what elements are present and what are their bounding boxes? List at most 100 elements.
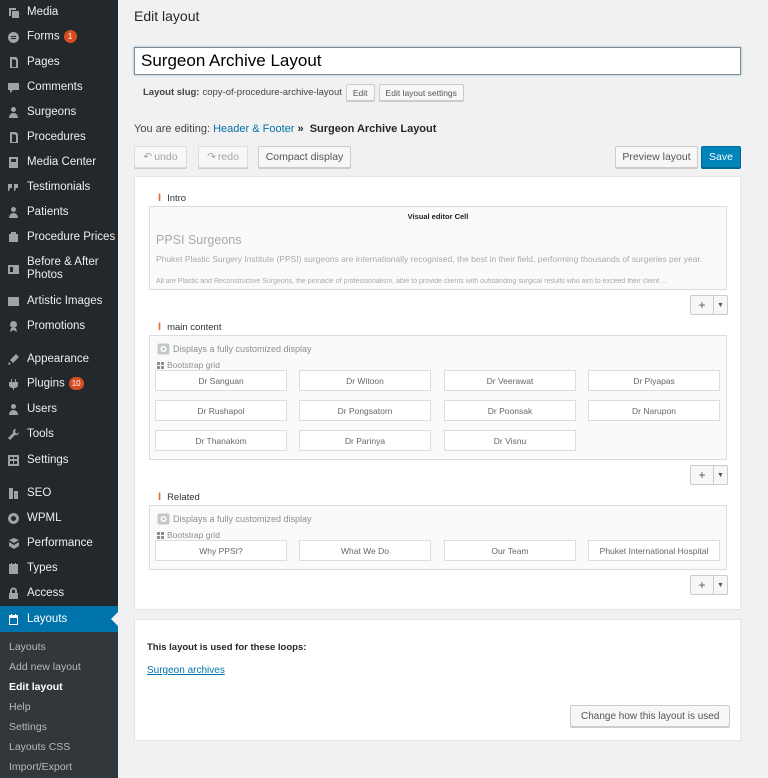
add-row-button[interactable]: + ▼ xyxy=(690,295,728,315)
sidebar-item-seo[interactable]: SEO xyxy=(0,481,118,505)
drag-handle-icon[interactable]: I xyxy=(158,491,161,503)
layout-name-input[interactable] xyxy=(134,47,741,75)
plus-icon: + xyxy=(691,466,714,484)
grid-cell[interactable]: Dr Veerawat xyxy=(444,370,576,391)
surgeon-archives-link[interactable]: Surgeon archives xyxy=(147,665,225,676)
sidebar-item-label: Performance xyxy=(27,536,93,549)
grid-cell[interactable]: Dr Visnu xyxy=(444,430,576,451)
submenu-item-layouts[interactable]: Layouts xyxy=(9,641,46,653)
sidebar-item-label: Artistic Images xyxy=(27,294,103,307)
add-row-button[interactable]: + ▼ xyxy=(690,575,728,595)
slug-label: Layout slug: xyxy=(143,87,200,98)
drag-handle-icon[interactable]: I xyxy=(158,321,161,333)
sidebar-item-plugins[interactable]: Plugins 10 xyxy=(0,372,118,396)
grid-cell[interactable]: What We Do xyxy=(299,540,431,561)
submenu-item-add-new-layout[interactable]: Add new layout xyxy=(9,661,81,673)
sidebar-item-comments[interactable]: Comments xyxy=(0,75,118,99)
redo-button[interactable]: ↷ redo xyxy=(198,146,248,168)
row-name: main content xyxy=(167,321,222,333)
sidebar-item-access[interactable]: Access xyxy=(0,581,118,605)
sidebar-item-label: Types xyxy=(27,561,58,574)
view-cell-main[interactable]: Displays a fully customized display Boot… xyxy=(149,335,727,460)
sidebar-item-label: Surgeons xyxy=(27,105,77,118)
submenu-item-layouts-css[interactable]: Layouts CSS xyxy=(9,741,70,753)
media-icon xyxy=(7,6,20,19)
caret-down-icon: ▼ xyxy=(717,581,724,589)
sidebar-item-procedures[interactable]: Procedures xyxy=(0,125,118,149)
procedures-icon xyxy=(7,131,20,144)
sidebar-item-media-center[interactable]: Media Center xyxy=(0,150,118,174)
bootstrap-grid-label: Bootstrap grid xyxy=(157,530,220,540)
sidebar-item-procedure-prices[interactable]: Procedure Prices xyxy=(0,225,118,249)
sidebar-item-surgeons[interactable]: Surgeons xyxy=(0,100,118,124)
access-icon xyxy=(7,587,20,600)
grid-cell[interactable]: Why PPSI? xyxy=(155,540,287,561)
grid-cell[interactable]: Dr Narupon xyxy=(588,400,720,421)
undo-button[interactable]: ↶ undo xyxy=(134,146,187,168)
compact-display-button[interactable]: Compact display xyxy=(258,146,351,168)
layouts-icon xyxy=(7,613,20,626)
sidebar-item-users[interactable]: Users xyxy=(0,397,118,421)
grid-cell[interactable]: Dr Sanguan xyxy=(155,370,287,391)
sidebar-item-settings[interactable]: Settings xyxy=(0,448,118,472)
sidebar-item-layouts[interactable]: Layouts xyxy=(0,606,118,632)
layout-slug-row: Layout slug: copy-of-procedure-archive-l… xyxy=(143,84,464,101)
pages-icon xyxy=(7,56,20,69)
submenu-item-import-export[interactable]: Import/Export xyxy=(9,761,72,773)
sidebar-item-patients[interactable]: Patients xyxy=(0,200,118,224)
sidebar-item-types[interactable]: Types xyxy=(0,556,118,580)
display-text: Displays a fully customized display xyxy=(173,343,312,354)
submenu-item-edit-layout[interactable]: Edit layout xyxy=(9,681,63,693)
sidebar-item-testimonials[interactable]: Testimonials xyxy=(0,175,118,199)
cell-title: Visual editor Cell xyxy=(407,212,469,221)
sidebar-item-tools[interactable]: Tools xyxy=(0,422,118,446)
display-text: Displays a fully customized display xyxy=(173,513,312,524)
sidebar-item-label: Tools xyxy=(27,427,54,440)
testimonials-icon xyxy=(7,181,20,194)
current-layout-name: Surgeon Archive Layout xyxy=(309,123,437,135)
sidebar-item-wpml[interactable]: WPML xyxy=(0,506,118,530)
parent-layout-link[interactable]: Header & Footer xyxy=(213,123,294,135)
row-label-main-content[interactable]: Imain content xyxy=(158,321,221,333)
sidebar-item-forms[interactable]: Forms 1 xyxy=(0,25,118,49)
grid-cell[interactable]: Dr Rushapol xyxy=(155,400,287,421)
save-button[interactable]: Save xyxy=(701,146,741,168)
grid-cell[interactable]: Dr Witoon xyxy=(299,370,431,391)
grid-cell[interactable]: Dr Thanakom xyxy=(155,430,287,451)
sidebar-item-before-after-photos[interactable]: Before & After Photos xyxy=(0,250,118,288)
grid-cell[interactable]: Phuket International Hospital xyxy=(588,540,720,561)
grid-cell[interactable]: Dr Parinya xyxy=(299,430,431,451)
view-display-label: Displays a fully customized display xyxy=(157,512,312,525)
edit-slug-button[interactable]: Edit xyxy=(345,84,375,101)
row-label-related[interactable]: I Related xyxy=(158,491,200,503)
row-name: Related xyxy=(167,491,200,503)
drag-handle-icon[interactable]: I xyxy=(158,192,161,204)
change-usage-button[interactable]: Change how this layout is used xyxy=(570,705,731,727)
grid-text: Bootstrap grid xyxy=(167,530,220,540)
sidebar-item-promotions[interactable]: Promotions xyxy=(0,314,118,338)
grid-cell[interactable]: Dr Pongsatorn xyxy=(299,400,431,421)
sidebar-item-pages[interactable]: Pages xyxy=(0,50,118,74)
sidebar-item-appearance[interactable]: Appearance xyxy=(0,347,118,371)
sidebar-item-artistic-images[interactable]: Artistic Images xyxy=(0,289,118,313)
caret-down-icon: ▼ xyxy=(717,471,724,479)
appearance-icon xyxy=(7,353,20,366)
breadcrumb: You are editing: Header & Footer » Surge… xyxy=(134,123,436,135)
sidebar-item-performance[interactable]: Performance xyxy=(0,531,118,555)
grid-cell[interactable]: Our Team xyxy=(444,540,576,561)
visual-editor-cell[interactable]: Visual editor Cell PPSI Surgeons Phuket … xyxy=(149,206,727,290)
grid-cell[interactable]: Dr Piyapas xyxy=(588,370,720,391)
submenu-item-help[interactable]: Help xyxy=(9,701,31,713)
layouts-submenu: Layouts Add new layout Edit layout Help Sett… xyxy=(0,632,118,778)
preview-layout-button[interactable]: Preview layout xyxy=(615,146,698,168)
row-label-intro[interactable]: I Intro xyxy=(158,192,186,204)
view-cell-related[interactable]: Displays a fully customized display Boot… xyxy=(149,505,727,570)
plus-icon: + xyxy=(691,296,714,314)
grid-cell[interactable]: Dr Poonsak xyxy=(444,400,576,421)
sidebar-item-label: Patients xyxy=(27,205,69,218)
editing-prefix: You are editing: xyxy=(134,123,211,135)
sidebar-item-media[interactable]: Media xyxy=(0,0,118,24)
edit-layout-settings-button[interactable]: Edit layout settings xyxy=(378,84,464,101)
add-row-button[interactable]: + ▼ xyxy=(690,465,728,485)
submenu-item-settings[interactable]: Settings xyxy=(9,721,47,733)
